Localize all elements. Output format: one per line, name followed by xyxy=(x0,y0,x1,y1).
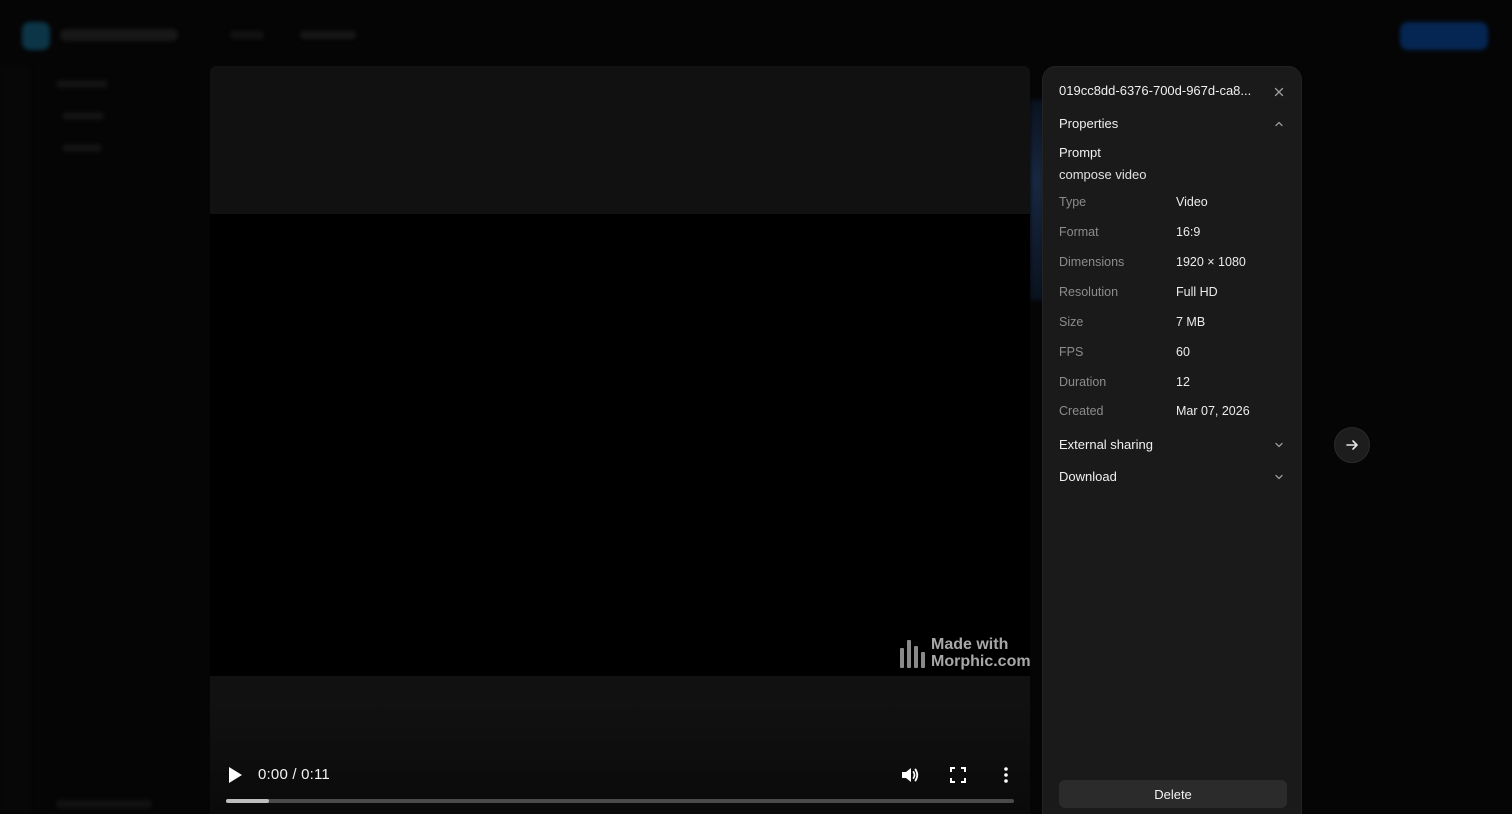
property-key: Resolution xyxy=(1059,285,1119,299)
property-key: Dimensions xyxy=(1059,255,1125,269)
properties-section-toggle[interactable]: Properties xyxy=(1059,115,1287,133)
property-key: Format xyxy=(1059,225,1099,239)
property-row-size: Size 7 MB xyxy=(1059,315,1287,333)
morphic-logo-icon xyxy=(900,638,925,668)
volume-button[interactable] xyxy=(900,765,920,785)
property-key: Duration xyxy=(1059,375,1107,389)
property-value: 60 xyxy=(1176,345,1190,359)
background-brand xyxy=(60,29,178,41)
property-row-fps: FPS 60 xyxy=(1059,345,1287,363)
property-row-created: Created Mar 07, 2026 xyxy=(1059,404,1287,422)
next-item-button[interactable] xyxy=(1334,427,1370,463)
property-row-duration: Duration 12 xyxy=(1059,375,1287,393)
chevron-down-icon xyxy=(1275,442,1283,448)
background-sidebar-item xyxy=(62,144,102,152)
property-value: Video xyxy=(1176,195,1208,209)
fullscreen-icon xyxy=(950,767,966,783)
download-section-toggle[interactable]: Download xyxy=(1059,468,1287,486)
property-key: Created xyxy=(1059,404,1104,418)
background-nav-item xyxy=(300,31,356,39)
background-sidebar-item xyxy=(62,112,104,120)
property-key: Size xyxy=(1059,315,1084,329)
video-frame[interactable]: Made with Morphic.com xyxy=(210,214,1030,676)
watermark-line-2: Morphic.com xyxy=(931,653,1030,670)
panel-header: 019cc8dd-6376-700d-967d-ca8... xyxy=(1059,83,1287,101)
background-logo xyxy=(22,22,50,50)
watermark-line-1: Made with xyxy=(931,636,1009,653)
progress-bar[interactable] xyxy=(226,799,1014,803)
property-row-type: Type Video xyxy=(1059,195,1287,213)
prompt-value: compose video xyxy=(1059,167,1147,182)
delete-button[interactable]: Delete xyxy=(1059,780,1287,808)
more-vertical-icon xyxy=(1004,767,1008,783)
play-button[interactable] xyxy=(226,765,244,785)
background-sidebar-item xyxy=(56,80,108,88)
property-value: Full HD xyxy=(1176,285,1218,299)
property-value: 7 MB xyxy=(1176,315,1206,329)
progress-fill xyxy=(226,799,270,803)
chevron-up-icon xyxy=(1275,121,1283,127)
video-player[interactable]: Made with Morphic.com 0:00 / 0:11 xyxy=(210,66,1030,814)
property-value: 12 xyxy=(1176,375,1190,389)
external-sharing-section-toggle[interactable]: External sharing xyxy=(1059,436,1287,454)
arrow-right-icon xyxy=(1346,440,1358,450)
property-value: Mar 07, 2026 xyxy=(1176,404,1250,418)
close-button[interactable] xyxy=(1271,84,1287,100)
details-panel: 019cc8dd-6376-700d-967d-ca8... Propertie… xyxy=(1042,66,1302,814)
prompt-label: Prompt xyxy=(1059,145,1101,160)
property-row-dimensions: Dimensions 1920 × 1080 xyxy=(1059,255,1287,273)
background-sidebar-footer xyxy=(56,800,152,808)
background-sidebar xyxy=(0,66,30,814)
time-display: 0:00 / 0:11 xyxy=(258,766,330,783)
more-options-button[interactable] xyxy=(996,765,1016,785)
download-title: Download xyxy=(1059,469,1117,484)
property-key: Type xyxy=(1059,195,1087,209)
background-nav-item xyxy=(230,31,264,39)
controls-background xyxy=(210,704,1030,814)
chevron-down-icon xyxy=(1275,474,1283,480)
property-key: FPS xyxy=(1059,345,1084,359)
morphic-watermark: Made with Morphic.com xyxy=(900,636,1030,670)
play-icon xyxy=(229,767,242,783)
close-icon xyxy=(1274,87,1284,97)
property-value: 16:9 xyxy=(1176,225,1201,239)
file-name: 019cc8dd-6376-700d-967d-ca8... xyxy=(1059,83,1252,98)
watermark-text: Made with Morphic.com xyxy=(931,636,1030,670)
properties-title: Properties xyxy=(1059,116,1119,131)
property-row-resolution: Resolution Full HD xyxy=(1059,285,1287,303)
background-topbar xyxy=(0,0,1512,66)
external-sharing-title: External sharing xyxy=(1059,437,1153,452)
property-value: 1920 × 1080 xyxy=(1176,255,1246,269)
volume-icon xyxy=(902,768,919,782)
fullscreen-button[interactable] xyxy=(948,765,968,785)
background-cta-button xyxy=(1400,22,1488,50)
property-row-format: Format 16:9 xyxy=(1059,225,1287,243)
